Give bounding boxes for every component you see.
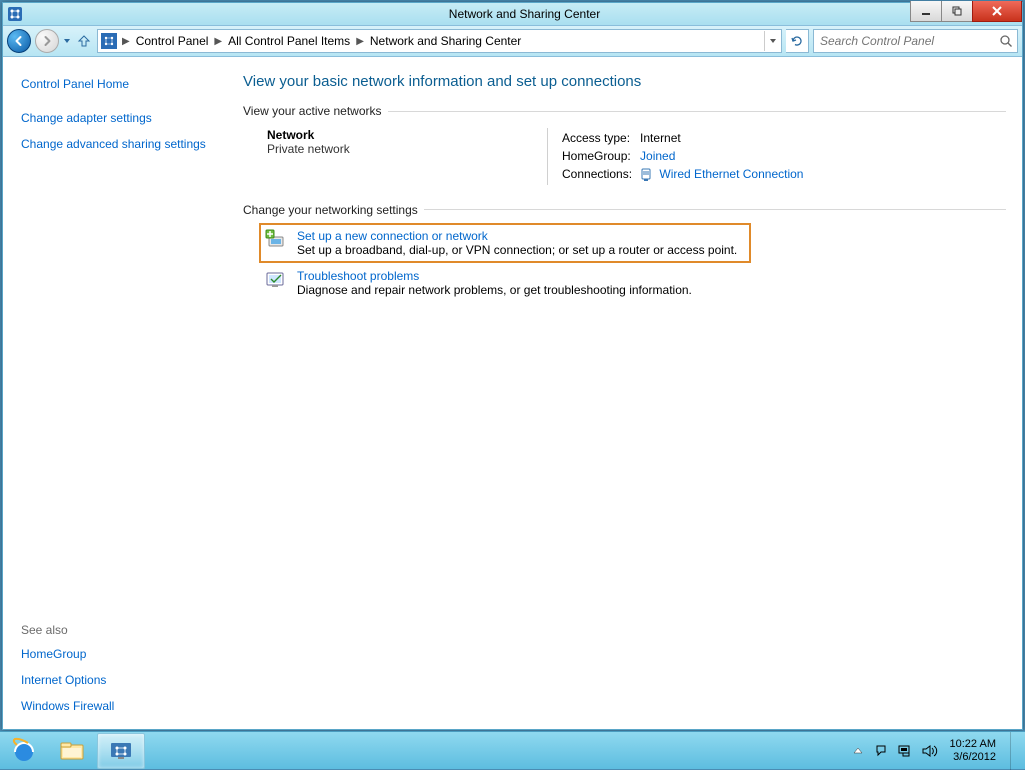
volume-tray-icon[interactable] — [922, 743, 938, 759]
breadcrumb-segment[interactable]: Control Panel — [132, 34, 213, 48]
taskbar-explorer-button[interactable] — [49, 734, 95, 768]
setting-desc: Diagnose and repair network problems, or… — [297, 283, 692, 297]
address-dropdown[interactable] — [764, 31, 781, 51]
window-buttons — [911, 1, 1022, 22]
network-type: Private network — [267, 142, 547, 156]
connections-label: Connections: — [562, 166, 638, 183]
address-bar[interactable]: ▶ Control Panel ▶ All Control Panel Item… — [97, 29, 782, 53]
minimize-button[interactable] — [910, 1, 942, 22]
back-button[interactable] — [7, 29, 31, 53]
control-panel-home-link[interactable]: Control Panel Home — [21, 77, 221, 91]
maximize-button[interactable] — [941, 1, 973, 22]
breadcrumb-segment[interactable]: All Control Panel Items — [224, 34, 354, 48]
main-content: View your basic network information and … — [231, 57, 1022, 729]
access-type-value: Internet — [640, 130, 809, 146]
control-panel-icon — [101, 33, 117, 49]
troubleshoot-icon — [265, 269, 287, 291]
taskbar-control-panel-button[interactable] — [97, 733, 145, 769]
network-tray-icon[interactable] — [898, 743, 914, 759]
homegroup-label: HomeGroup: — [562, 148, 638, 164]
change-settings-label: Change your networking settings — [243, 203, 418, 217]
clock-time: 10:22 AM — [950, 738, 996, 751]
settings-list: Set up a new connection or network Set u… — [259, 223, 1006, 303]
setting-title: Troubleshoot problems — [297, 269, 692, 283]
sidebar: Control Panel Home Change adapter settin… — [3, 57, 231, 729]
ethernet-icon — [640, 168, 652, 182]
titlebar: Network and Sharing Center — [3, 3, 1022, 26]
search-icon[interactable] — [999, 34, 1013, 48]
forward-button[interactable] — [35, 29, 59, 53]
change-settings-header: Change your networking settings — [243, 203, 1006, 217]
page-title: View your basic network information and … — [243, 73, 1006, 90]
nav-row: ▶ Control Panel ▶ All Control Panel Item… — [3, 26, 1022, 57]
window-title: Network and Sharing Center — [27, 7, 1022, 21]
setting-title: Set up a new connection or network — [297, 229, 737, 243]
new-connection-icon — [265, 229, 287, 251]
window-body: Control Panel Home Change adapter settin… — [3, 57, 1022, 729]
window: Network and Sharing Center — [2, 2, 1023, 730]
show-desktop-button[interactable] — [1010, 732, 1019, 770]
troubleshoot-item[interactable]: Troubleshoot problems Diagnose and repai… — [259, 263, 1006, 303]
chevron-right-icon[interactable]: ▶ — [354, 36, 366, 47]
close-button[interactable] — [972, 1, 1022, 22]
active-networks-header: View your active networks — [243, 104, 1006, 118]
history-dropdown[interactable] — [63, 29, 71, 53]
see-also-internet-options[interactable]: Internet Options — [21, 673, 221, 687]
sidebar-link-sharing[interactable]: Change advanced sharing settings — [21, 137, 221, 151]
action-center-icon[interactable] — [874, 743, 890, 759]
see-also-header: See also — [21, 623, 221, 637]
connection-link[interactable]: Wired Ethernet Connection — [659, 167, 803, 181]
network-name: Network — [267, 128, 547, 142]
search-box[interactable] — [813, 29, 1018, 53]
window-icon — [7, 6, 23, 22]
taskbar-ie-button[interactable] — [1, 734, 47, 768]
homegroup-link[interactable]: Joined — [640, 149, 675, 163]
up-button[interactable] — [75, 32, 93, 50]
see-also-firewall[interactable]: Windows Firewall — [21, 699, 221, 713]
taskbar-clock[interactable]: 10:22 AM 3/6/2012 — [946, 738, 1000, 764]
chevron-right-icon[interactable]: ▶ — [120, 36, 132, 47]
taskbar: 10:22 AM 3/6/2012 — [0, 731, 1025, 769]
chevron-right-icon[interactable]: ▶ — [212, 36, 224, 47]
active-network-panel: Network Private network Access type: Int… — [267, 128, 1006, 185]
sidebar-link-adapter[interactable]: Change adapter settings — [21, 111, 221, 125]
clock-date: 3/6/2012 — [950, 751, 996, 764]
search-input[interactable] — [818, 33, 982, 49]
see-also-homegroup[interactable]: HomeGroup — [21, 647, 221, 661]
setting-desc: Set up a broadband, dial-up, or VPN conn… — [297, 243, 737, 257]
breadcrumb-segment[interactable]: Network and Sharing Center — [366, 34, 525, 48]
tray-overflow-icon[interactable] — [850, 743, 866, 759]
access-type-label: Access type: — [562, 130, 638, 146]
set-up-connection-item[interactable]: Set up a new connection or network Set u… — [259, 223, 751, 263]
active-networks-label: View your active networks — [243, 104, 382, 118]
refresh-button[interactable] — [786, 29, 809, 53]
